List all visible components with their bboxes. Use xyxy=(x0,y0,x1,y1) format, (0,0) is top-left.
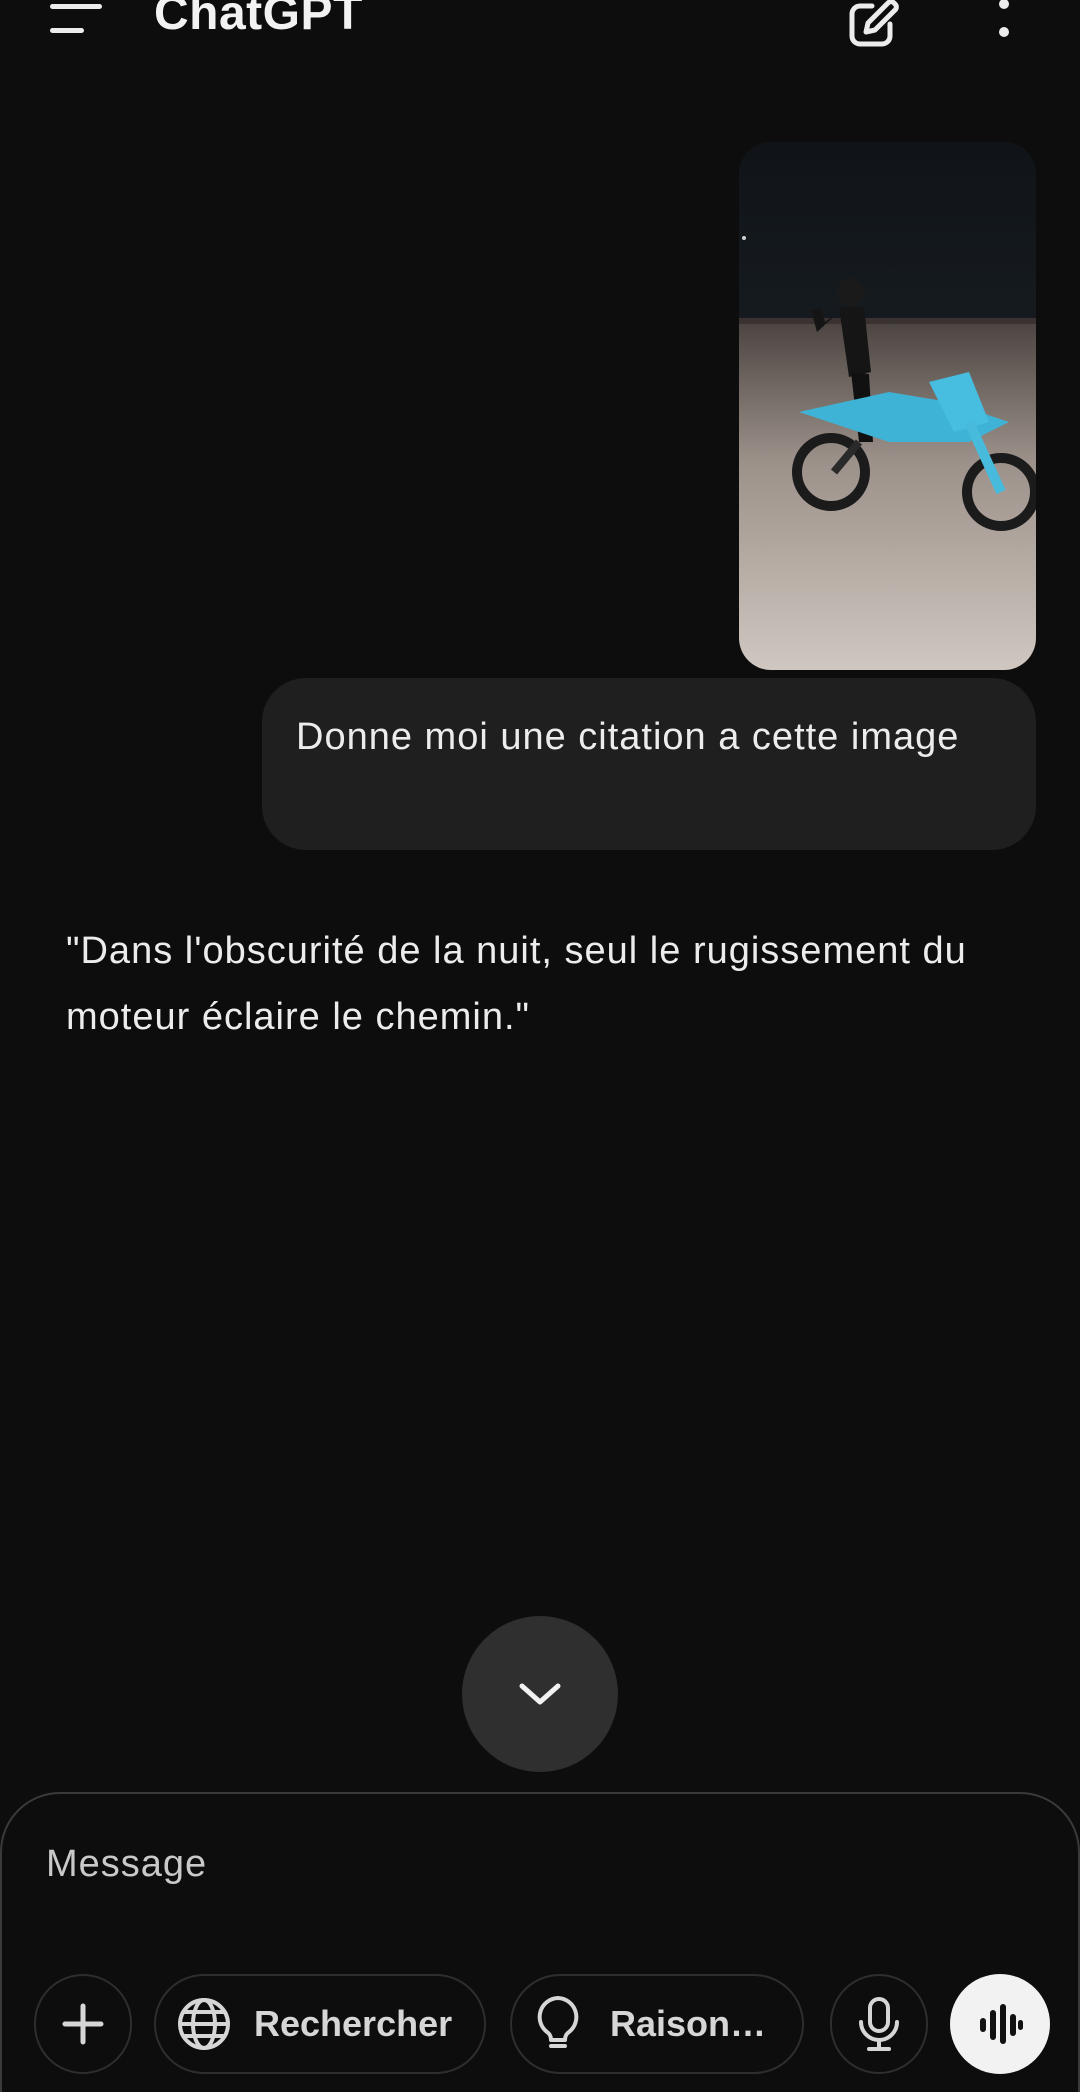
microphone-button[interactable] xyxy=(830,1974,928,2074)
reason-button[interactable]: Raison… xyxy=(510,1974,804,2074)
assistant-message-text: "Dans l'obscurité de la nuit, seul le ru… xyxy=(66,930,967,1038)
scroll-to-bottom-button[interactable] xyxy=(462,1616,618,1772)
menu-button[interactable] xyxy=(46,0,106,44)
more-options-button[interactable] xyxy=(984,0,1024,52)
message-input[interactable] xyxy=(46,1834,946,1894)
menu-icon xyxy=(50,4,102,33)
voice-wave-icon xyxy=(980,2004,1023,2044)
voice-mode-button[interactable] xyxy=(950,1974,1050,2074)
more-vertical-icon xyxy=(999,0,1009,37)
user-message-bubble: Donne moi une citation a cette image xyxy=(262,678,1036,850)
globe-icon xyxy=(178,1998,230,2050)
plus-icon xyxy=(62,2003,104,2045)
microphone-icon xyxy=(859,1997,899,2051)
lightbulb-icon xyxy=(537,1996,579,2048)
edit-icon xyxy=(849,0,899,47)
user-message-text: Donne moi une citation a cette image xyxy=(296,716,960,758)
attach-button[interactable] xyxy=(34,1974,132,2074)
app-title: ChatGPT xyxy=(154,0,363,40)
chevron-down-icon xyxy=(519,1683,561,1705)
search-button-label: Rechercher xyxy=(254,2003,453,2044)
user-image-attachment[interactable] xyxy=(739,142,1036,670)
motorcycle-photo xyxy=(739,142,1036,670)
new-chat-button[interactable] xyxy=(842,0,906,52)
search-button[interactable]: Rechercher xyxy=(154,1974,486,2074)
top-app-bar: ChatGPT xyxy=(0,0,1080,60)
reason-button-label: Raison… xyxy=(610,2003,767,2044)
